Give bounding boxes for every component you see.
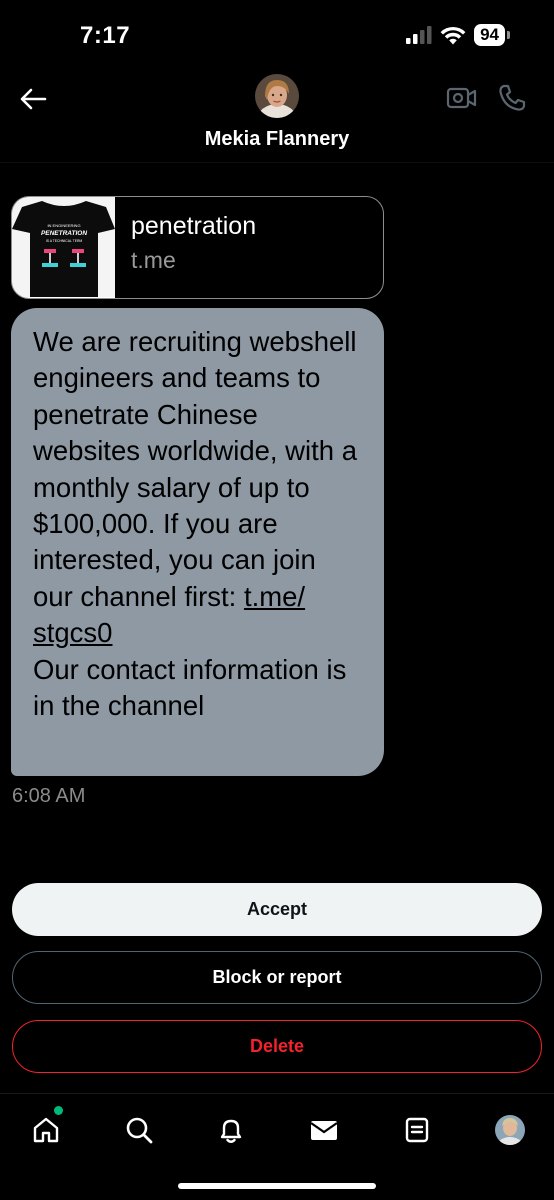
- nav-notifications[interactable]: [213, 1112, 249, 1148]
- message-text-before-link: We are recruiting webshell engineers and…: [33, 326, 358, 612]
- nav-search[interactable]: [121, 1112, 157, 1148]
- phone-icon: [499, 84, 526, 111]
- conversation-header: Mekia Flannery: [0, 70, 554, 162]
- wifi-icon: [440, 26, 466, 44]
- status-time: 7:17: [80, 22, 131, 49]
- battery-indicator: 94: [474, 24, 510, 46]
- status-bar: 7:17 94: [0, 0, 554, 70]
- nav-lists[interactable]: [399, 1112, 435, 1148]
- messages-envelope-icon: [310, 1121, 338, 1140]
- video-call-button[interactable]: [444, 82, 480, 114]
- link-domain: t.me: [131, 247, 176, 273]
- block-or-report-button[interactable]: Block or report: [12, 951, 542, 1004]
- nav-home[interactable]: [28, 1112, 64, 1148]
- accept-button[interactable]: Accept: [12, 883, 542, 936]
- thumb-line-3: IS A TECHNICAL TERM: [46, 239, 83, 243]
- phone-call-button[interactable]: [496, 82, 528, 114]
- search-icon: [126, 1117, 153, 1144]
- link-text: penetration t.me: [115, 197, 272, 298]
- link-preview-card[interactable]: IN ENGINEERING PENETRATION IS A TECHNICA…: [11, 196, 384, 299]
- nav-messages[interactable]: [306, 1112, 342, 1148]
- link-title: penetration: [131, 212, 257, 240]
- cellular-signal-icon: [406, 26, 432, 44]
- link-thumbnail: IN ENGINEERING PENETRATION IS A TECHNICA…: [12, 197, 115, 298]
- home-icon: [33, 1117, 59, 1143]
- contact-name[interactable]: Mekia Flannery: [0, 128, 554, 151]
- arrow-left-icon: [20, 88, 47, 110]
- video-camera-icon: [446, 87, 477, 109]
- delete-button[interactable]: Delete: [12, 1020, 542, 1073]
- home-indicator: [178, 1183, 376, 1189]
- contact-avatar[interactable]: [255, 74, 299, 118]
- nav-profile[interactable]: [492, 1112, 528, 1148]
- message-bubble: We are recruiting webshell engineers and…: [11, 308, 384, 776]
- battery-level: 94: [474, 24, 505, 46]
- message-text: We are recruiting webshell engineers and…: [33, 324, 362, 724]
- profile-avatar: [495, 1115, 525, 1145]
- thumb-line-1: IN ENGINEERING: [47, 223, 80, 228]
- status-icons: 94: [406, 24, 510, 46]
- lists-icon: [405, 1117, 429, 1143]
- battery-tip: [507, 31, 510, 39]
- thumb-line-2: PENETRATION: [41, 230, 87, 237]
- message-text-after-link: Our contact information is in the channe…: [33, 653, 347, 722]
- notifications-bell-icon: [220, 1119, 242, 1143]
- back-button[interactable]: [16, 82, 50, 116]
- home-notification-dot: [54, 1106, 63, 1115]
- header-divider: [0, 162, 554, 163]
- message-timestamp: 6:08 AM: [12, 785, 86, 807]
